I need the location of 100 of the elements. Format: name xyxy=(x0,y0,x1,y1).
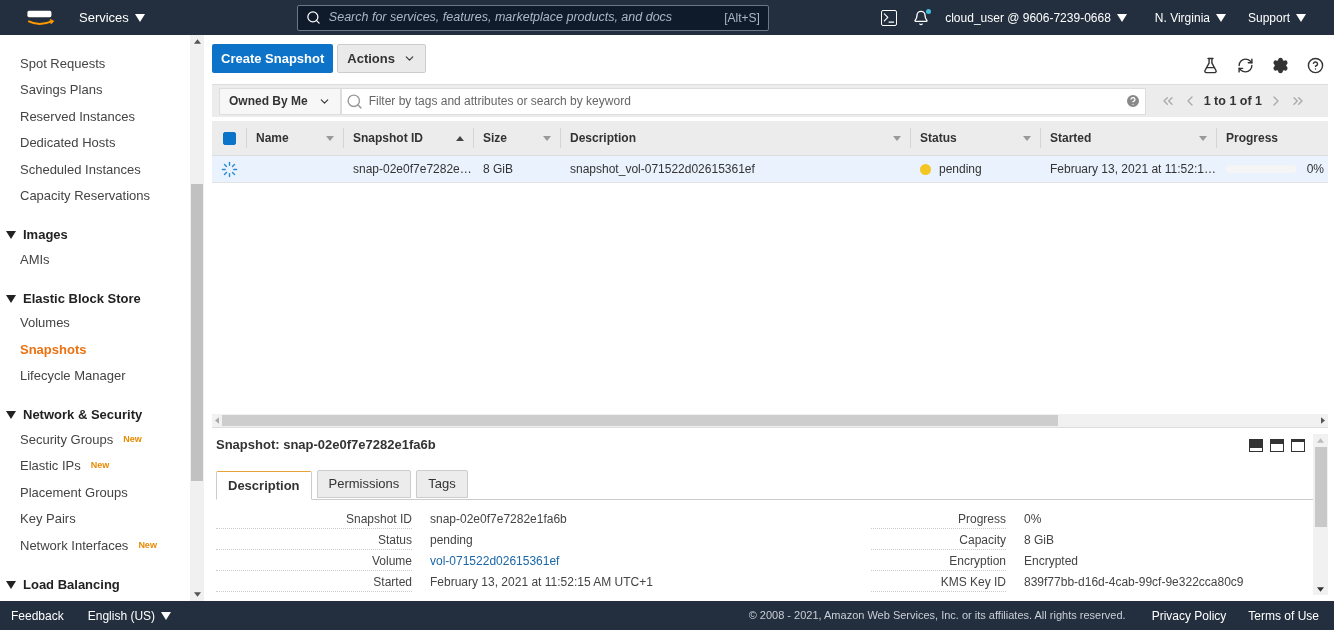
copyright-text: © 2008 - 2021, Amazon Web Services, Inc. or its affiliates. All rights reserved. xyxy=(748,608,1126,624)
sidebar-item[interactable]: Elastic IPs xyxy=(20,456,81,476)
sidebar-scrollbar[interactable] xyxy=(190,35,204,601)
sidebar-item[interactable]: Lifecycle Manager xyxy=(20,366,126,386)
search-input[interactable]: Search for services, features, marketplace products, and docs xyxy=(328,8,717,27)
field-value: pending xyxy=(429,532,474,549)
detail-tab[interactable]: Permissions xyxy=(316,470,412,498)
loading-spinner-icon xyxy=(220,160,238,178)
panel-layout-icon[interactable] xyxy=(1270,438,1284,452)
services-menu[interactable]: Services xyxy=(79,7,145,28)
sort-ascending-icon[interactable] xyxy=(456,135,464,141)
scroll-right-icon[interactable] xyxy=(1321,417,1325,424)
table-row[interactable]: snap-02e0f7e7282e… 8 GiB snapshot_vol-071522d02615361ef pending February 13, 2021 at 11:52:1… 0% xyxy=(212,156,1328,183)
caret-icon xyxy=(161,611,172,620)
table-cell-text: pending xyxy=(939,161,982,178)
collapse-icon xyxy=(6,580,16,589)
search-field[interactable]: Search for services, features, marketplace products, and docs [Alt+S] xyxy=(296,4,769,31)
field-value: 839f77bb-d16d-4cab-99cf-9e322cca80c9 xyxy=(1023,574,1245,591)
column-header[interactable]: Description xyxy=(560,128,910,148)
column-header[interactable]: Name xyxy=(246,128,343,148)
volume-link[interactable]: vol-071522d02615361ef xyxy=(412,552,871,570)
filter-input[interactable]: Filter by tags and attributes or search by keyword xyxy=(368,92,1119,110)
new-label: New xyxy=(123,432,142,446)
progress-reading: 0% xyxy=(1306,161,1324,178)
sidebar-section-header[interactable]: Images xyxy=(0,224,68,246)
collapse-icon xyxy=(6,294,16,303)
scrollbar-thumb[interactable] xyxy=(222,415,1058,426)
detail-tab[interactable]: Description xyxy=(216,471,312,500)
column-header[interactable]: Snapshot ID xyxy=(343,128,473,148)
detail-scrollbar[interactable] xyxy=(1313,434,1328,595)
create-snapshot-button[interactable]: Create Snapshot xyxy=(212,44,334,73)
column-header[interactable]: Started xyxy=(1040,128,1216,148)
field-value: February 13, 2021 at 11:52:15 AM UTC+1 xyxy=(429,574,654,591)
sort-icon[interactable] xyxy=(543,135,551,141)
support-menu[interactable]: Support xyxy=(1247,8,1306,27)
panel-layout-icon[interactable] xyxy=(1249,438,1263,452)
detail-tab[interactable]: Tags xyxy=(416,470,468,498)
sidebar-item[interactable]: Placement Groups xyxy=(20,482,128,502)
horizontal-scrollbar[interactable] xyxy=(212,414,1328,427)
scroll-down-icon[interactable] xyxy=(193,592,201,597)
account-menu[interactable]: cloud_user @ 9606-7239-0668 xyxy=(945,8,1127,27)
flask-icon[interactable] xyxy=(1202,57,1219,74)
owner-dropdown[interactable]: Owned By Me xyxy=(219,87,341,115)
language-menu[interactable]: English (US) xyxy=(87,606,172,625)
sidebar-item[interactable]: Scheduled Instances xyxy=(20,159,141,179)
table-cell-text: snap-02e0f7e7282e… xyxy=(352,161,473,178)
column-header[interactable]: Progress xyxy=(1216,128,1328,148)
column-header[interactable]: Status xyxy=(910,128,1040,148)
sort-icon[interactable] xyxy=(893,135,901,141)
field-label: Snapshot ID xyxy=(216,510,412,529)
footer-link[interactable]: Privacy Policy xyxy=(1151,606,1227,625)
footer-link[interactable]: Terms of Use xyxy=(1248,606,1319,625)
help-icon[interactable] xyxy=(1307,57,1324,74)
field-value: 0% xyxy=(1023,511,1043,528)
table-cell-text: 8 GiB xyxy=(482,161,514,178)
select-all-checkbox[interactable] xyxy=(222,131,236,145)
sidebar-item[interactable]: Dedicated Hosts xyxy=(20,133,116,153)
collapse-icon xyxy=(6,411,16,419)
filter-field[interactable]: Filter by tags and attributes or search by keyword xyxy=(340,87,1146,115)
sidebar-item[interactable]: Savings Plans xyxy=(20,80,103,100)
sidebar-item[interactable]: Reserved Instances xyxy=(20,106,135,126)
detail-title: Snapshot: snap-02e0f7e7282e1fa6b xyxy=(216,436,436,455)
scrollbar-thumb[interactable] xyxy=(1314,447,1327,527)
sort-icon[interactable] xyxy=(326,135,334,141)
refresh-icon[interactable] xyxy=(1237,57,1254,74)
terminal-icon[interactable] xyxy=(881,9,898,26)
sidebar-item[interactable]: AMIs xyxy=(20,249,50,269)
new-label: New xyxy=(90,459,110,472)
settings-icon[interactable] xyxy=(1272,57,1289,74)
scroll-left-icon[interactable] xyxy=(215,417,219,424)
collapse-icon xyxy=(6,231,16,239)
field-value: 8 GiB xyxy=(1023,532,1055,549)
field-label: Encryption xyxy=(871,552,1006,571)
sidebar-item[interactable]: Security Groups xyxy=(20,429,114,449)
caret-icon xyxy=(134,13,145,22)
pagination-text: 1 to 1 of 1 xyxy=(1203,92,1263,110)
column-header[interactable]: Size xyxy=(473,128,560,148)
sidebar-item[interactable]: Network Interfaces xyxy=(20,535,129,555)
sort-icon[interactable] xyxy=(1199,135,1207,141)
sidebar-section-header[interactable]: Elastic Block Store xyxy=(0,287,141,310)
sidebar-item[interactable]: Spot Requests xyxy=(20,53,106,73)
sidebar-item[interactable]: Key Pairs xyxy=(20,509,76,529)
scroll-up-icon[interactable] xyxy=(193,39,201,44)
caret-icon xyxy=(1215,13,1226,22)
sidebar-item[interactable]: Capacity Reservations xyxy=(20,186,151,206)
sidebar-section-header[interactable]: Network & Security xyxy=(0,404,143,426)
feedback-link[interactable]: Feedback xyxy=(11,606,64,625)
sidebar-section-header[interactable]: Load Balancing xyxy=(0,573,120,596)
new-label: New xyxy=(138,538,157,552)
scroll-down-icon[interactable] xyxy=(1317,587,1324,592)
shortcut-hint: [Alt+S] xyxy=(724,9,760,27)
scrollbar-thumb[interactable] xyxy=(191,184,203,481)
sidebar-item[interactable]: Volumes xyxy=(20,313,70,333)
region-menu[interactable]: N. Virginia xyxy=(1154,8,1226,27)
panel-layout-icon[interactable] xyxy=(1291,438,1305,452)
field-label: Started xyxy=(216,573,412,592)
sort-icon[interactable] xyxy=(1023,135,1031,141)
field-label: Status xyxy=(216,531,412,550)
actions-button[interactable]: Actions xyxy=(337,44,426,73)
notifications-icon[interactable] xyxy=(913,9,930,26)
